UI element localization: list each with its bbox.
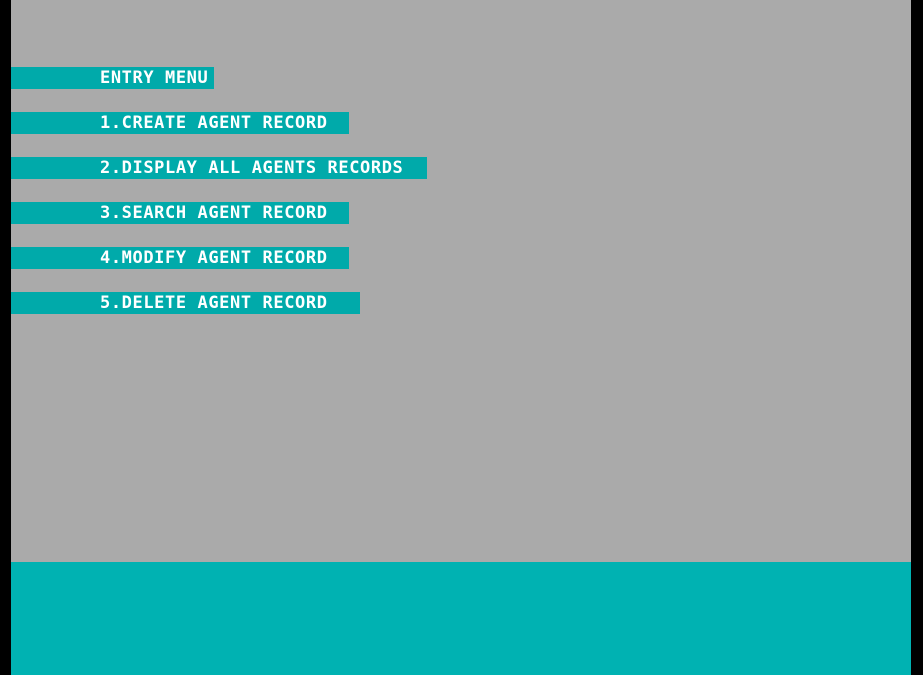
menu-item-modify-agent-record[interactable]: 4.MODIFY AGENT RECORD xyxy=(11,247,349,269)
menu-item-delete-agent-record[interactable]: 5.DELETE AGENT RECORD xyxy=(11,292,360,314)
menu-item-create-agent-record[interactable]: 1.CREATE AGENT RECORD xyxy=(11,112,349,134)
menu-title: ENTRY MENU xyxy=(11,67,214,89)
bottom-status-bar xyxy=(11,562,911,675)
dos-screen: ENTRY MENU 1.CREATE AGENT RECORD 2.DISPL… xyxy=(11,0,911,675)
menu-item-search-agent-record[interactable]: 3.SEARCH AGENT RECORD xyxy=(11,202,349,224)
menu-item-display-all-agents-records[interactable]: 2.DISPLAY ALL AGENTS RECORDS xyxy=(11,157,427,179)
